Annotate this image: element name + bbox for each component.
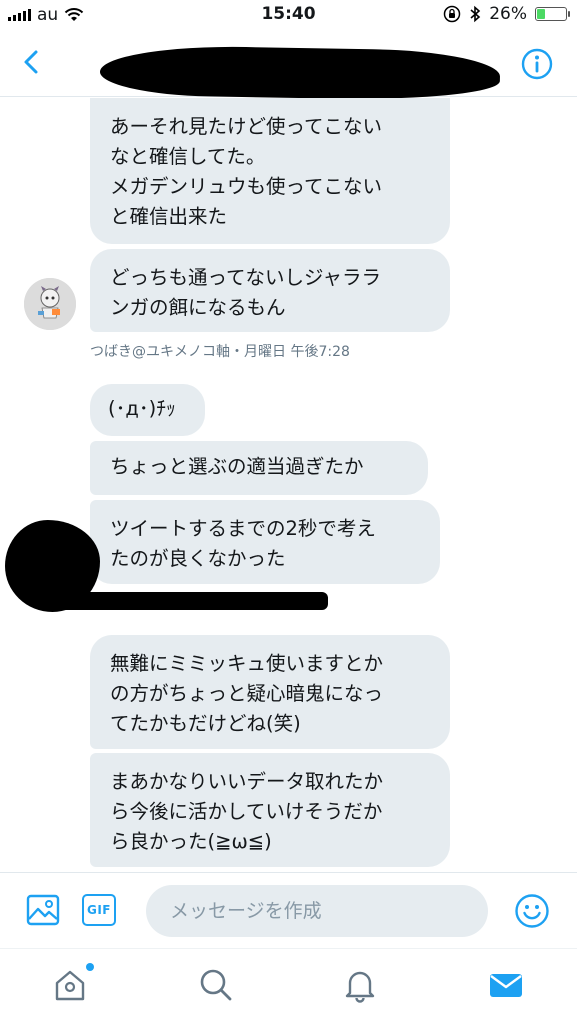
image-icon[interactable]	[26, 893, 60, 927]
message-bubble[interactable]: まあかなりいいデータ取れたか ら今後に活かしていけそうだか ら良かった(≧ω≦)	[90, 753, 450, 867]
chevron-left-icon	[24, 50, 38, 74]
gif-label: GIF	[86, 903, 111, 917]
tab-bar	[0, 948, 577, 1025]
message-input[interactable]	[146, 885, 488, 937]
message-bubble[interactable]: 無難にミミッキュ使いますとか の方がちょっと疑心暗鬼になっ てたかもだけどね(笑…	[90, 635, 450, 749]
redacted-meta	[40, 592, 328, 610]
message-meta: つばき@ユキメノコ軸・月曜日 午後7:28	[90, 344, 350, 360]
message-bubble[interactable]: どっちも通ってないしジャララ ンガの餌になるもん	[90, 249, 450, 332]
home-icon	[55, 970, 85, 1001]
message-bubble[interactable]: ちょっと選ぶの適当過ぎたか	[90, 441, 428, 495]
status-bar: au 15:40 26%	[0, 0, 577, 30]
info-button[interactable]	[521, 48, 553, 80]
conversation-header	[0, 30, 577, 102]
message-bubble[interactable]: (･д･)ﾁｯ	[90, 384, 205, 436]
status-right: 26%	[443, 4, 570, 24]
tab-search[interactable]	[198, 967, 238, 1007]
tab-home[interactable]	[52, 963, 94, 1007]
message-bubble[interactable]: ツイートするまでの2秒で考え たのが良くなかった	[90, 500, 440, 584]
tab-notifications[interactable]	[342, 967, 382, 1007]
back-button[interactable]	[16, 46, 48, 78]
gif-button[interactable]: GIF	[82, 894, 116, 926]
avatar-image	[24, 278, 76, 330]
envelope-icon	[490, 974, 522, 997]
tab-messages[interactable]	[488, 967, 528, 1007]
redacted-title	[99, 44, 501, 102]
battery-percent: 26%	[489, 4, 527, 24]
battery-fill	[537, 9, 545, 19]
search-icon	[200, 969, 232, 1001]
emoji-icon[interactable]	[514, 893, 550, 929]
avatar[interactable]	[24, 278, 76, 330]
bluetooth-icon	[470, 5, 481, 23]
battery-icon	[535, 7, 570, 21]
orientation-lock-icon	[443, 5, 461, 23]
bell-icon	[345, 971, 375, 1003]
composer-bar: GIF	[0, 872, 577, 949]
message-bubble[interactable]: あーそれ見たけど使ってこない なと確信してた。 メガデンリュウも使ってこない と…	[90, 98, 450, 244]
notification-dot	[86, 963, 94, 971]
